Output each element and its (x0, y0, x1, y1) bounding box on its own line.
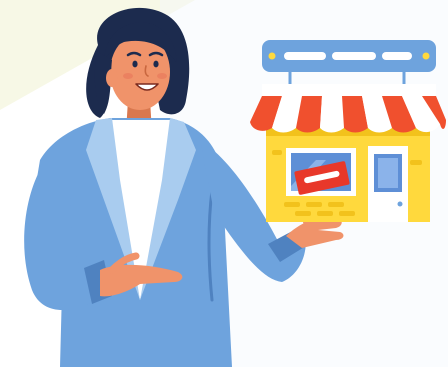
shop-door-icon (368, 146, 408, 222)
store-icon (250, 40, 446, 222)
sign-dot-left (268, 52, 276, 60)
sign-stripe-3 (382, 52, 412, 60)
ear (106, 69, 118, 87)
illustration-scene (0, 0, 448, 367)
eye-left (132, 60, 138, 68)
shop-window-icon (286, 148, 356, 196)
sign-dot-right (422, 52, 430, 60)
awning-stripe-4 (320, 96, 344, 133)
illustration-canvas (0, 0, 448, 367)
cheek-right (157, 73, 167, 79)
sign-stripe-1 (284, 52, 326, 60)
awning-icon (250, 84, 446, 133)
sign-stripe-2 (332, 52, 376, 60)
cheek-left (123, 73, 133, 79)
eye-right (153, 60, 159, 68)
